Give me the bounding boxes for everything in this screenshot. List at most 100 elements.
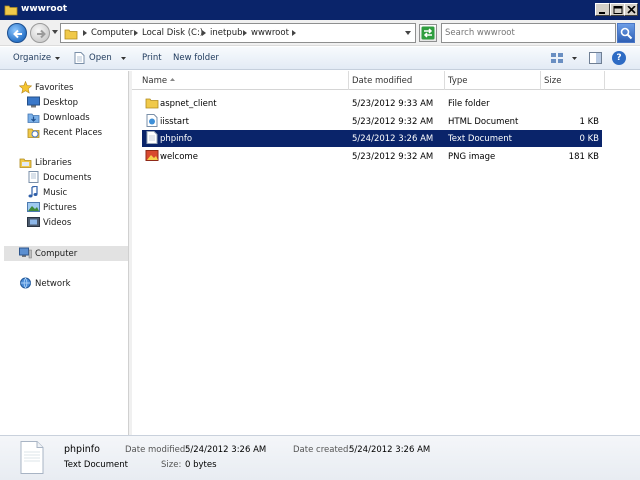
nav-label: Music	[43, 188, 68, 198]
breadcrumb-chevron-icon[interactable]	[134, 30, 138, 36]
file-name: phpinfo	[160, 134, 193, 144]
search-input[interactable]	[445, 26, 595, 40]
print-button[interactable]: Print	[142, 53, 162, 63]
open-file-icon[interactable]	[74, 52, 85, 64]
nav-label: Downloads	[43, 113, 90, 123]
column-header-size[interactable]: Size	[541, 71, 605, 90]
file-type: Text Document	[448, 134, 512, 144]
file-size: 0 KB	[579, 134, 599, 144]
file-date: 5/23/2012 9:32 AM	[352, 152, 434, 162]
recent-places-icon	[27, 128, 40, 138]
details-size: 0 bytes	[185, 460, 217, 470]
file-date: 5/24/2012 3:26 AM	[352, 134, 434, 144]
details-file-name: phpinfo	[64, 444, 100, 455]
details-date-created: 5/24/2012 3:26 AM	[349, 445, 431, 455]
details-pane: phpinfo Text Document Date modified: 5/2…	[0, 435, 640, 480]
details-date-modified: 5/24/2012 3:26 AM	[185, 445, 267, 455]
file-type: PNG image	[448, 152, 496, 162]
nav-label: Network	[35, 279, 71, 289]
file-name: welcome	[160, 152, 198, 162]
column-header-name[interactable]: Name	[132, 71, 349, 90]
forward-button[interactable]	[30, 23, 50, 43]
breadcrumb-item-inetpub[interactable]: inetpub	[210, 28, 243, 38]
downloads-icon	[27, 113, 40, 123]
computer-icon	[19, 247, 32, 259]
breadcrumb-chevron-icon[interactable]	[292, 30, 296, 36]
folder-icon	[64, 29, 78, 40]
maximize-button[interactable]	[610, 3, 625, 16]
nav-label: Libraries	[35, 158, 72, 168]
window-title: wwwroot	[21, 4, 68, 14]
text-file-icon	[146, 131, 158, 144]
search-button[interactable]	[617, 23, 635, 43]
breadcrumb-item-wwwroot[interactable]: wwwroot	[251, 28, 289, 38]
minimize-button[interactable]	[595, 3, 610, 16]
star-icon	[19, 81, 32, 94]
nav-label: Computer	[35, 249, 78, 259]
details-size-label: Size:	[161, 460, 182, 470]
preview-pane-icon[interactable]	[589, 52, 602, 64]
breadcrumb[interactable]: Computer Local Disk (C:) inetpub wwwroot	[60, 23, 416, 43]
videos-icon	[27, 217, 40, 227]
file-size: 181 KB	[568, 152, 599, 162]
documents-icon	[28, 171, 39, 183]
file-row[interactable]: iisstart 5/23/2012 9:32 AM HTML Document…	[142, 113, 602, 130]
recent-pages-dropdown-icon[interactable]	[52, 30, 58, 34]
organize-button[interactable]: Organize	[13, 53, 51, 63]
png-file-icon	[145, 150, 159, 161]
chevron-down-icon[interactable]	[55, 57, 60, 60]
folder-icon	[4, 5, 18, 16]
file-name: iisstart	[160, 117, 189, 127]
text-file-icon	[20, 441, 44, 474]
nav-label: Desktop	[43, 98, 79, 108]
address-history-dropdown-icon[interactable]	[405, 31, 411, 35]
nav-label: Videos	[43, 218, 72, 228]
html-file-icon	[146, 114, 158, 127]
file-name: aspnet_client	[160, 99, 217, 109]
refresh-icon	[421, 26, 435, 40]
column-header-row: Name Date modified Type Size	[132, 71, 640, 90]
navigation-pane: Favorites Desktop Downloads Recent Place…	[0, 71, 129, 435]
column-header-date-modified[interactable]: Date modified	[349, 71, 445, 90]
details-file-type: Text Document	[64, 460, 128, 470]
new-folder-button[interactable]: New folder	[173, 53, 219, 63]
file-size: 1 KB	[579, 117, 599, 127]
chevron-down-icon[interactable]	[121, 57, 126, 60]
view-options-icon[interactable]	[550, 52, 564, 64]
refresh-button[interactable]	[419, 24, 437, 42]
network-icon	[20, 277, 31, 289]
file-row[interactable]: aspnet_client 5/23/2012 9:33 AM File fol…	[142, 95, 602, 112]
details-date-created-label: Date created:	[293, 445, 352, 455]
close-button[interactable]	[624, 3, 638, 16]
command-toolbar: Organize Open Print New folder ?	[0, 47, 640, 70]
file-date: 5/23/2012 9:32 AM	[352, 117, 434, 127]
libraries-icon	[19, 158, 32, 168]
back-button[interactable]	[7, 23, 27, 43]
file-date: 5/23/2012 9:33 AM	[352, 99, 434, 109]
open-button[interactable]: Open	[89, 53, 112, 63]
pictures-icon	[27, 202, 40, 212]
help-icon[interactable]: ?	[612, 51, 626, 65]
file-type: File folder	[448, 99, 490, 109]
nav-label: Pictures	[43, 203, 77, 213]
file-row-selected[interactable]: phpinfo 5/24/2012 3:26 AM Text Document …	[142, 130, 602, 147]
search-icon	[620, 27, 633, 40]
music-icon	[28, 186, 38, 198]
arrow-left-icon	[13, 29, 22, 39]
chevron-down-icon[interactable]	[572, 57, 577, 60]
breadcrumb-chevron-icon[interactable]	[243, 30, 247, 36]
minimize-icon	[599, 12, 605, 14]
maximize-icon	[613, 6, 623, 14]
address-bar: Computer Local Disk (C:) inetpub wwwroot	[0, 20, 640, 46]
breadcrumb-item-local-disk[interactable]: Local Disk (C:)	[142, 28, 203, 38]
file-row[interactable]: welcome 5/23/2012 9:32 AM PNG image 181 …	[142, 148, 602, 165]
arrow-right-icon	[37, 29, 46, 39]
column-header-type[interactable]: Type	[445, 71, 541, 90]
breadcrumb-chevron-icon[interactable]	[83, 30, 87, 36]
nav-label: Documents	[43, 173, 92, 183]
search-box	[441, 23, 616, 43]
breadcrumb-chevron-icon[interactable]	[202, 30, 206, 36]
nav-label: Favorites	[35, 83, 74, 93]
details-date-modified-label: Date modified:	[125, 445, 189, 455]
breadcrumb-item-computer[interactable]: Computer	[91, 28, 133, 38]
